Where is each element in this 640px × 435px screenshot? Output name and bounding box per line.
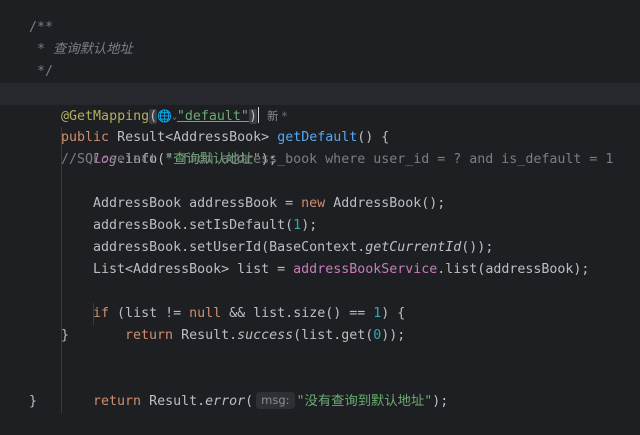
service-field: addressBookService bbox=[293, 262, 438, 277]
method-declaration: public Result<AddressBook> getDefault() … bbox=[29, 105, 389, 145]
javadoc-open: /** bbox=[29, 20, 54, 35]
return-error-line: return Result.error(msg: "没有查询到默认地址"); bbox=[61, 369, 448, 409]
new-suffix: AddressBook(); bbox=[325, 196, 446, 211]
close-method-brace: } bbox=[29, 394, 38, 409]
error-suffix: ); bbox=[432, 394, 449, 409]
error-method: error bbox=[205, 394, 246, 409]
set-user-line: addressBook.setUserId(BaseContext.getCur… bbox=[61, 215, 493, 255]
method-name[interactable]: getDefault bbox=[277, 130, 357, 145]
success-prefix: Result. bbox=[173, 328, 238, 343]
set-default-line: addressBook.setIsDefault(1); bbox=[61, 193, 317, 233]
param-hint-msg: msg: bbox=[256, 392, 295, 409]
error-prefix: Result. bbox=[141, 394, 206, 409]
return-success-line: return Result.success(list.get(0)); bbox=[93, 303, 405, 343]
method-params: () { bbox=[357, 130, 390, 145]
success-method: success bbox=[237, 328, 294, 343]
return-keyword: return bbox=[93, 394, 142, 409]
javadoc-close: */ bbox=[29, 64, 54, 79]
list-line: List<AddressBook> list = addressBookServ… bbox=[61, 237, 589, 277]
list-suffix: .list(addressBook); bbox=[437, 262, 590, 277]
close-if-brace: } bbox=[61, 328, 70, 343]
code-editor[interactable]: /** * 查询默认地址 */ @GetMapping(🌐⌄"default")… bbox=[0, 0, 640, 426]
success-suffix: )); bbox=[381, 328, 406, 343]
success-mid: (list.get( bbox=[293, 328, 374, 343]
log-line: log.info("查询默认地址"); bbox=[61, 127, 277, 167]
sql-comment: //SQL:select * from address_book where u… bbox=[61, 152, 614, 167]
new-addressbook-line: AddressBook addressBook = new AddressBoo… bbox=[61, 171, 445, 211]
if-line: if (list != null && list.size() == 1) { bbox=[61, 281, 405, 321]
error-string: "没有查询到默认地址" bbox=[296, 394, 433, 409]
error-open: ( bbox=[245, 394, 254, 409]
annotation-line: @GetMapping(🌐⌄"default") 新 * bbox=[29, 83, 287, 124]
javadoc-text: * 查询默认地址 bbox=[29, 42, 133, 57]
list-prefix: List<AddressBook> list = bbox=[93, 262, 294, 277]
return-keyword: return bbox=[125, 328, 174, 343]
